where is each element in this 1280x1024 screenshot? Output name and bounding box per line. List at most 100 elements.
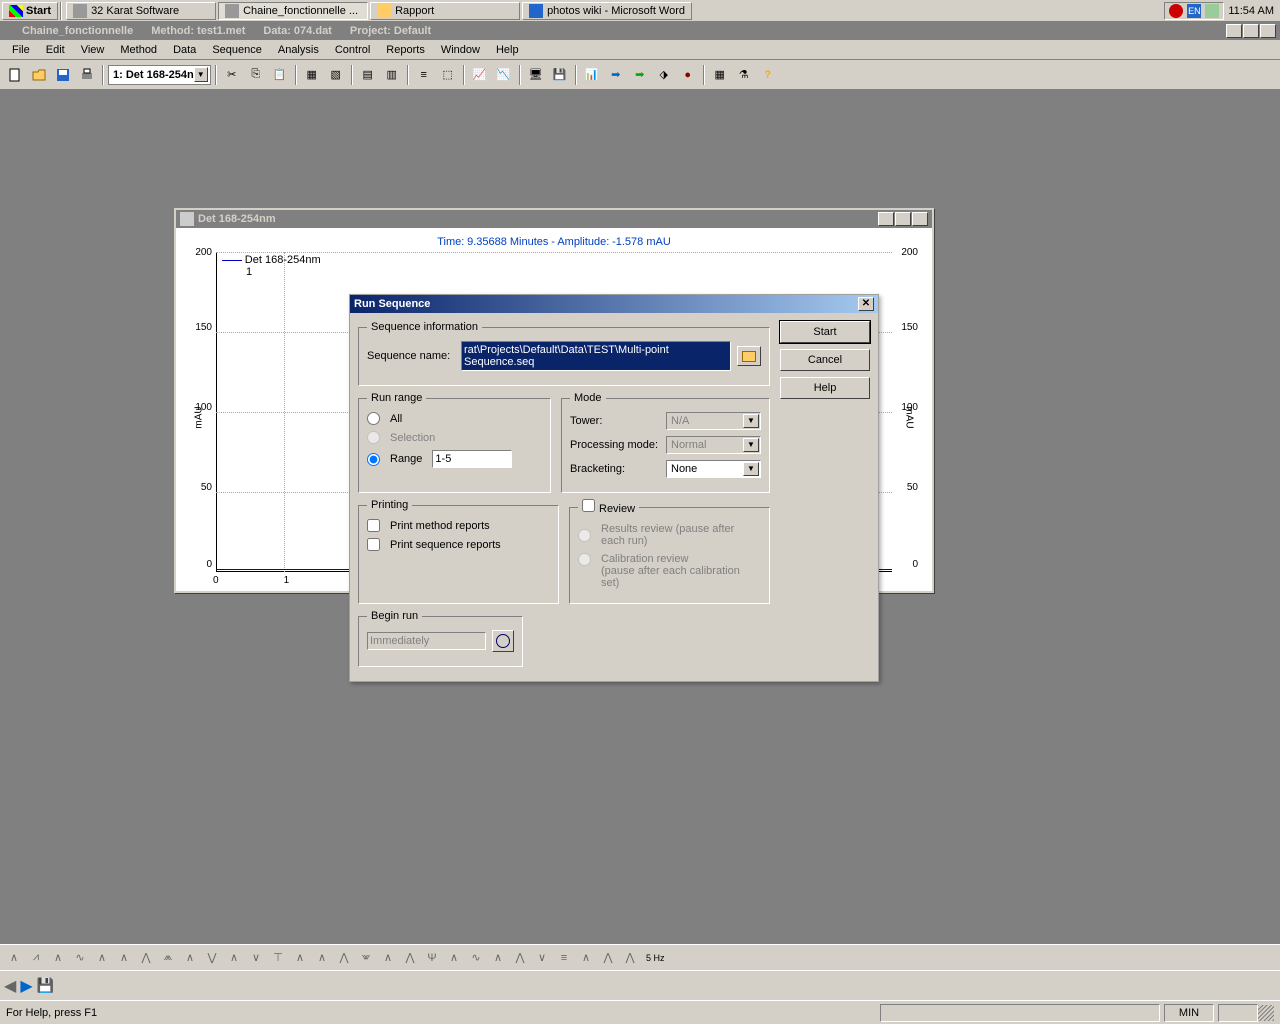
tray-icon-2[interactable] [1205,4,1219,18]
tool-button[interactable]: ▥ [381,64,403,86]
arrow-right-icon[interactable]: ➡ [605,64,627,86]
detector-combo[interactable]: 1: Det 168-254n [108,65,211,85]
close-button[interactable]: ✕ [912,212,928,226]
menu-help[interactable]: Help [488,42,527,58]
menu-sequence[interactable]: Sequence [204,42,270,58]
radio-all[interactable] [367,412,380,425]
menu-analysis[interactable]: Analysis [270,42,327,58]
clock[interactable]: 11:54 AM [1224,5,1278,17]
tool-button[interactable]: ⬚ [437,64,459,86]
wave-tool[interactable]: ∧ [312,949,332,967]
menu-reports[interactable]: Reports [378,42,433,58]
wave-tool[interactable]: ⋀ [598,949,618,967]
menu-window[interactable]: Window [433,42,488,58]
wave-tool[interactable]: ⋁ [202,949,222,967]
wave-tool[interactable]: ∿ [466,949,486,967]
wave-tool[interactable]: ∧ [378,949,398,967]
wave-tool[interactable]: ∧ [444,949,464,967]
range-input[interactable] [432,450,512,468]
help-button[interactable]: ? [757,64,779,86]
tool-button[interactable]: ▦ [709,64,731,86]
arrow-right-icon[interactable]: ➡ [629,64,651,86]
menu-edit[interactable]: Edit [38,42,73,58]
task-chaine[interactable]: Chaine_fonctionnelle ... [218,2,368,20]
tool-button[interactable]: 💾 [549,64,571,86]
wave-tool[interactable]: ⩕ [158,949,178,967]
tool-button[interactable]: ▦ [301,64,323,86]
open-button[interactable] [28,64,50,86]
lang-indicator[interactable]: EN [1187,4,1201,18]
tool-button[interactable]: 🖥 [525,64,547,86]
wave-tool[interactable]: ≡ [554,949,574,967]
tool-button[interactable]: ⬗ [653,64,675,86]
wave-tool[interactable]: ∧ [290,949,310,967]
wave-tool[interactable]: ⋀ [510,949,530,967]
check-print-method[interactable] [367,519,380,532]
check-print-sequence[interactable] [367,538,380,551]
minimize-button[interactable]: _ [1226,24,1242,38]
chart-button[interactable]: 📉 [493,64,515,86]
check-review[interactable] [582,499,595,512]
tool-button[interactable]: ▤ [357,64,379,86]
new-button[interactable] [4,64,26,86]
save-button[interactable] [52,64,74,86]
maximize-button[interactable]: □ [895,212,911,226]
wave-tool[interactable]: ⋀ [400,949,420,967]
copy-button[interactable]: ⎘ [245,64,267,86]
wave-tool[interactable]: ⊤ [268,949,288,967]
wave-tool[interactable]: ⋀ [334,949,354,967]
wave-tool[interactable]: ∧ [4,949,24,967]
start-button[interactable]: Start [2,2,58,20]
chart-button[interactable]: 📈 [469,64,491,86]
child-titlebar[interactable]: Det 168-254nm _ □ ✕ [176,210,932,228]
start-button[interactable]: Start [780,321,870,343]
cancel-button[interactable]: Cancel [780,349,870,371]
wave-tool[interactable]: ∨ [532,949,552,967]
menu-data[interactable]: Data [165,42,204,58]
browse-button[interactable] [737,346,761,366]
schedule-button[interactable] [492,630,514,652]
help-button[interactable]: Help [780,377,870,399]
tray-icon-1[interactable] [1169,4,1183,18]
wave-tool[interactable]: ∧ [48,949,68,967]
wave-tool[interactable]: ∨ [246,949,266,967]
wave-tool[interactable]: ∧ [92,949,112,967]
wave-tool[interactable]: ⩘ [26,949,46,967]
wave-tool[interactable]: ∧ [180,949,200,967]
wave-tool[interactable]: ⋀ [136,949,156,967]
print-button[interactable] [76,64,98,86]
wave-tool[interactable]: ∧ [576,949,596,967]
save-button[interactable]: 💾 [37,977,54,994]
menu-control[interactable]: Control [327,42,378,58]
task-rapport[interactable]: Rapport [370,2,520,20]
tool-button[interactable]: ⚗ [733,64,755,86]
tool-button[interactable]: ≡ [413,64,435,86]
wave-tool[interactable]: Ψ [422,949,442,967]
cut-button[interactable]: ✂ [221,64,243,86]
play-button[interactable]: ▶ [20,976,32,996]
wave-tool[interactable]: ⩖ [356,949,376,967]
resize-grip[interactable] [1258,1005,1274,1021]
record-button[interactable]: ● [677,64,699,86]
menu-method[interactable]: Method [112,42,165,58]
minimize-button[interactable]: _ [878,212,894,226]
wave-tool[interactable]: ∧ [114,949,134,967]
bracketing-combo[interactable]: None [666,460,761,478]
paste-button[interactable]: 📋 [269,64,291,86]
restore-button[interactable]: ❐ [1243,24,1259,38]
sequence-name-input[interactable]: rat\Projects\Default\Data\TEST\Multi-poi… [461,341,731,371]
task-karat[interactable]: 32 Karat Software [66,2,216,20]
close-button[interactable]: ✕ [1260,24,1276,38]
dialog-close-button[interactable]: ✕ [858,297,874,311]
task-word[interactable]: photos wiki - Microsoft Word [522,2,692,20]
tool-button[interactable]: 📊 [581,64,603,86]
radio-range[interactable] [367,453,380,466]
menu-file[interactable]: File [4,42,38,58]
wave-tool[interactable]: ∧ [488,949,508,967]
wave-tool[interactable]: ⋀ [620,949,640,967]
tool-button[interactable]: ▧ [325,64,347,86]
wave-tool[interactable]: ∿ [70,949,90,967]
menu-view[interactable]: View [73,42,113,58]
prev-button[interactable]: ◀ [4,976,16,996]
wave-tool[interactable]: ∧ [224,949,244,967]
